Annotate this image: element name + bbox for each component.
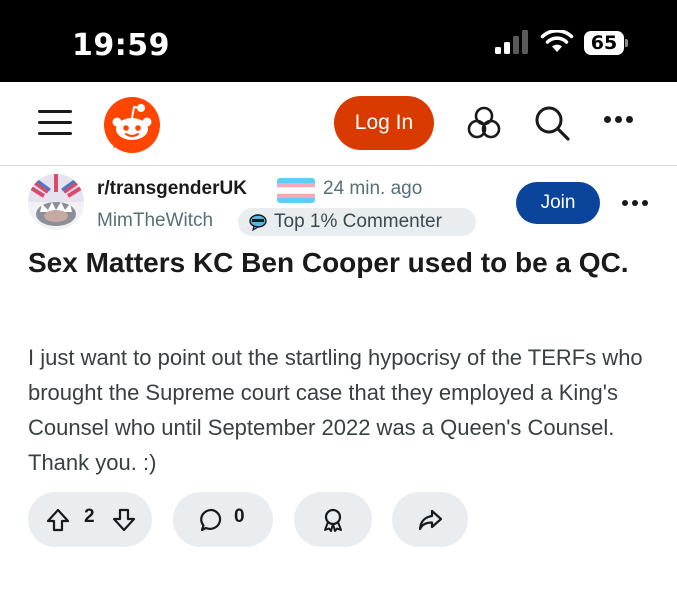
comments-button[interactable]: 0	[173, 492, 273, 547]
trans-flag-icon	[277, 178, 315, 203]
award-button[interactable]	[294, 492, 372, 547]
join-button[interactable]: Join	[516, 182, 600, 224]
comment-count: 0	[234, 506, 245, 527]
vote-bar: 2	[28, 492, 152, 547]
post-options-icon[interactable]	[622, 200, 648, 208]
badge-label: Top 1% Commenter	[274, 211, 442, 232]
status-time: 19:59	[72, 28, 170, 63]
downvote-icon[interactable]	[111, 507, 137, 533]
vote-count: 2	[84, 506, 95, 527]
comment-icon	[200, 508, 222, 532]
subreddit-avatar[interactable]	[28, 174, 84, 230]
post-title[interactable]: Sex Matters KC Ben Cooper used to be a Q…	[28, 245, 648, 281]
search-icon[interactable]	[533, 104, 571, 142]
battery-icon: 65	[584, 31, 628, 55]
commenter-badge: Top 1% Commenter	[238, 208, 476, 236]
post-body[interactable]: I just want to point out the startling h…	[28, 340, 658, 480]
post-timestamp: 24 min. ago	[323, 178, 423, 199]
subreddit-name[interactable]: r/transgenderUK	[97, 178, 247, 200]
wifi-icon	[540, 30, 574, 52]
battery-level: 65	[584, 31, 624, 55]
more-options-icon[interactable]	[604, 116, 636, 126]
log-in-button[interactable]: Log In	[334, 96, 434, 150]
author-username[interactable]: MimTheWitch	[97, 210, 213, 232]
reddit-logo[interactable]	[103, 96, 161, 154]
status-bar: 19:59 65	[0, 0, 677, 82]
share-icon	[418, 509, 443, 531]
cellular-signal-icon	[495, 30, 528, 54]
hamburger-menu-icon[interactable]	[38, 108, 72, 138]
award-icon	[324, 508, 342, 532]
upvote-icon[interactable]	[45, 507, 71, 533]
games-icon[interactable]	[465, 104, 503, 142]
share-button[interactable]	[392, 492, 468, 547]
top-commenter-icon	[249, 214, 267, 232]
top-nav-bar: Log In	[0, 82, 677, 166]
